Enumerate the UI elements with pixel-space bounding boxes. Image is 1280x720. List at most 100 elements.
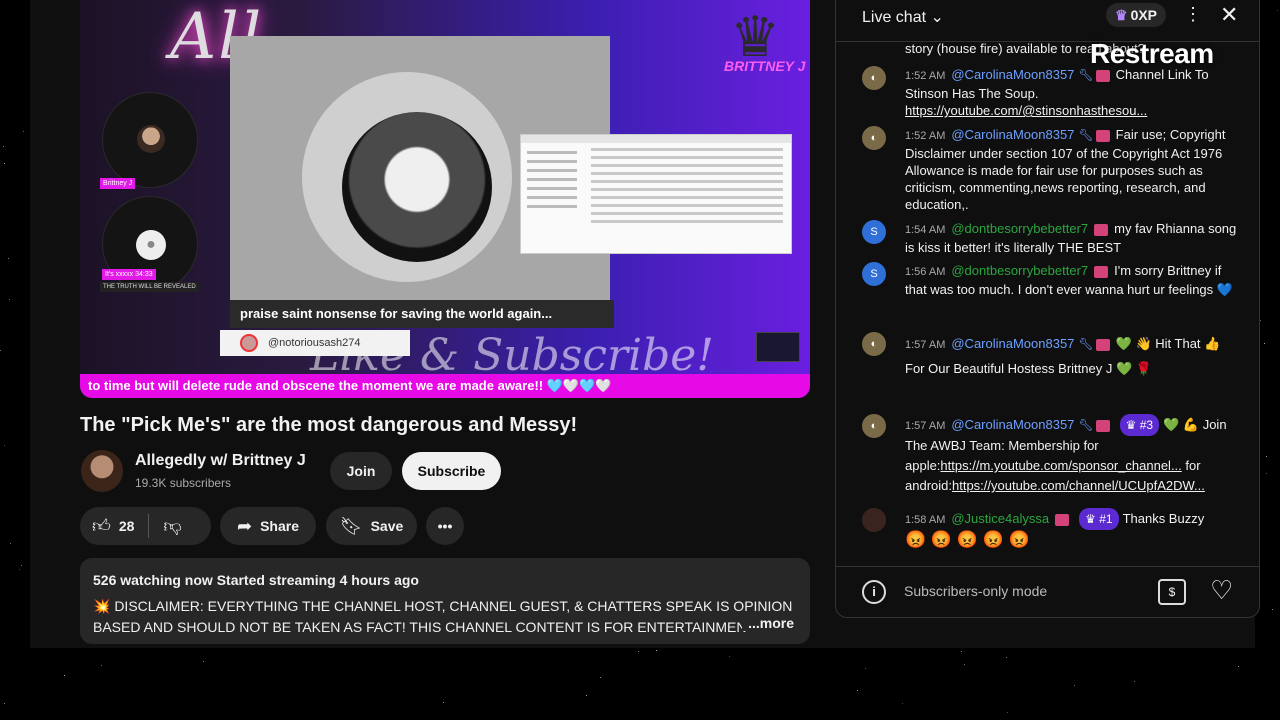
- author-avatar[interactable]: ◐: [862, 126, 886, 150]
- star: [1007, 712, 1008, 713]
- save-button[interactable]: 🔖︎ Save: [326, 507, 417, 545]
- chat-message: ◐ 1:52 AM @CarolinaMoon8357 🔧︎ Fair use; Co…: [860, 126, 1240, 213]
- watching-meta: 526 watching now Started streaming 4 hou…: [93, 572, 419, 588]
- restream-watermark: Restream: [1090, 38, 1214, 69]
- member-badge-icon: [1095, 338, 1110, 351]
- message-time: 1:52 AM: [905, 70, 946, 82]
- message-text: Thanks Buzzy: [1122, 511, 1205, 526]
- star: [902, 703, 903, 704]
- author-avatar[interactable]: ◐: [862, 414, 886, 438]
- star: [21, 565, 22, 566]
- thumbs-down-icon[interactable]: 👎︎: [163, 515, 181, 537]
- channel-avatar[interactable]: [81, 450, 123, 492]
- author-avatar[interactable]: ◐: [862, 66, 886, 90]
- thumbs-up-icon[interactable]: 👍︎: [92, 515, 111, 537]
- message-time: 1:56 AM: [905, 266, 946, 278]
- star: [729, 656, 730, 657]
- show-more-link[interactable]: ...more: [742, 615, 794, 631]
- message-author[interactable]: @CarolinaMoon8357: [951, 127, 1074, 142]
- message-author[interactable]: @dontbesorrybebetter7: [951, 263, 1088, 278]
- portrait-image: [342, 112, 492, 262]
- join-button[interactable]: Join: [330, 452, 392, 490]
- host-orb: [102, 92, 198, 188]
- close-icon[interactable]: ✕: [1220, 2, 1238, 28]
- star: [1277, 10, 1278, 11]
- handle-text: @notoriousash274: [268, 337, 361, 349]
- message-author[interactable]: @dontbesorrybebetter7: [951, 221, 1088, 236]
- star: [8, 258, 9, 259]
- star: [638, 651, 639, 652]
- star: [1266, 456, 1267, 457]
- author-avatar[interactable]: ◐: [862, 332, 886, 356]
- message-author[interactable]: @CarolinaMoon8357: [951, 336, 1074, 351]
- video-player[interactable]: All ♛ BRITTNEY J Brittney J ● It's xxxxx…: [80, 0, 810, 398]
- info-icon[interactable]: i: [862, 580, 886, 604]
- star: [1264, 343, 1265, 344]
- channel-name[interactable]: Allegedly w/ Brittney J: [135, 452, 306, 470]
- super-chat-icon[interactable]: $: [1158, 579, 1186, 605]
- chat-message: ◐ 1:52 AM @CarolinaMoon8357 🔧︎ Channel Link…: [860, 66, 1240, 119]
- xp-badge[interactable]: ♛ 0XP: [1106, 3, 1167, 27]
- share-icon: ➦: [236, 515, 253, 536]
- message-link[interactable]: https://youtube.com/channel/UCUpfA2DW...: [952, 478, 1205, 493]
- chip-avatar: [240, 334, 258, 352]
- star: [865, 668, 866, 669]
- message-link[interactable]: https://youtube.com/@stinsonhasthesou...: [905, 103, 1147, 118]
- stream-brand-tag: BRITTNEY J: [724, 58, 806, 74]
- subscribers-only-mode-label: Subscribers-only mode: [904, 583, 1048, 599]
- subscribe-button[interactable]: Subscribe: [402, 452, 501, 490]
- subscriber-count: 19.3K subscribers: [135, 476, 232, 490]
- message-author[interactable]: @CarolinaMoon8357: [951, 417, 1074, 432]
- star: [9, 299, 10, 300]
- video-title: The "Pick Me's" are the most dangerous a…: [80, 414, 578, 436]
- star: [964, 664, 965, 665]
- chat-message: ◐ 1:57 AM @CarolinaMoon8357 🔧︎ ♛ #3 💚 💪 Join…: [860, 414, 1240, 496]
- message-time: 1:57 AM: [905, 339, 946, 351]
- star: [4, 163, 5, 164]
- chat-header: Live chat ⌄ ♛ 0XP ⋮ ✕: [836, 0, 1259, 42]
- moderator-wrench-icon: 🔧︎: [1078, 418, 1094, 432]
- star: [443, 702, 444, 703]
- star: [1134, 681, 1135, 682]
- member-badge-icon: [1095, 419, 1110, 432]
- heart-icon[interactable]: ♡: [1210, 575, 1233, 606]
- moderator-wrench-icon: 🔧︎: [1078, 68, 1094, 82]
- live-chat-mode-dropdown[interactable]: Live chat ⌄: [862, 7, 944, 27]
- eyes-overlay-image: [756, 332, 800, 362]
- message-link[interactable]: https://m.youtube.com/sponsor_channel...: [940, 458, 1181, 473]
- star: [0, 350, 1, 351]
- save-label: Save: [370, 518, 404, 534]
- author-avatar[interactable]: [862, 508, 886, 532]
- star: [1074, 685, 1075, 686]
- share-button[interactable]: ➦ Share: [220, 507, 316, 545]
- chat-message: ◐ 1:57 AM @CarolinaMoon8357 🔧︎ 💚 👋 Hit That…: [860, 332, 1240, 381]
- message-time: 1:54 AM: [905, 224, 946, 236]
- chat-message: S 1:56 AM @dontbesorrybebetter7 I'm sorry …: [860, 262, 1240, 298]
- more-actions-button[interactable]: •••: [426, 507, 464, 545]
- youtube-watch-page: All ♛ BRITTNEY J Brittney J ● It's xxxxx…: [30, 0, 1260, 648]
- user-icon: ●: [136, 230, 166, 260]
- member-badge-icon: [1095, 129, 1110, 142]
- author-avatar[interactable]: S: [862, 220, 886, 244]
- membership-tier-badge: ♛ #1: [1079, 508, 1119, 530]
- like-count[interactable]: 28: [119, 518, 135, 534]
- message-author[interactable]: @CarolinaMoon8357: [951, 67, 1074, 82]
- guest-subtitle-tag: THE TRUTH WILL BE REVEALED: [100, 282, 199, 292]
- xp-value: 0XP: [1130, 7, 1158, 23]
- star: [23, 131, 24, 132]
- message-time: 1:58 AM: [905, 514, 946, 526]
- ellipsis-icon: •••: [437, 518, 453, 534]
- chat-message: 1:58 AM @Justice4alyssa ♛ #1 Thanks Buzzy 😡 …: [860, 508, 1240, 551]
- message-author[interactable]: @Justice4alyssa: [951, 511, 1049, 526]
- member-badge-icon: [1094, 265, 1109, 278]
- star: [64, 675, 65, 676]
- author-avatar[interactable]: S: [862, 262, 886, 286]
- share-label: Share: [260, 518, 299, 534]
- message-time: 1:52 AM: [905, 130, 946, 142]
- star: [1006, 657, 1007, 658]
- host-face: [137, 125, 165, 153]
- star: [4, 703, 5, 704]
- chat-menu-icon[interactable]: ⋮: [1184, 4, 1202, 25]
- shared-browser-window: [520, 134, 792, 254]
- description-box[interactable]: 526 watching now Started streaming 4 hou…: [80, 558, 810, 644]
